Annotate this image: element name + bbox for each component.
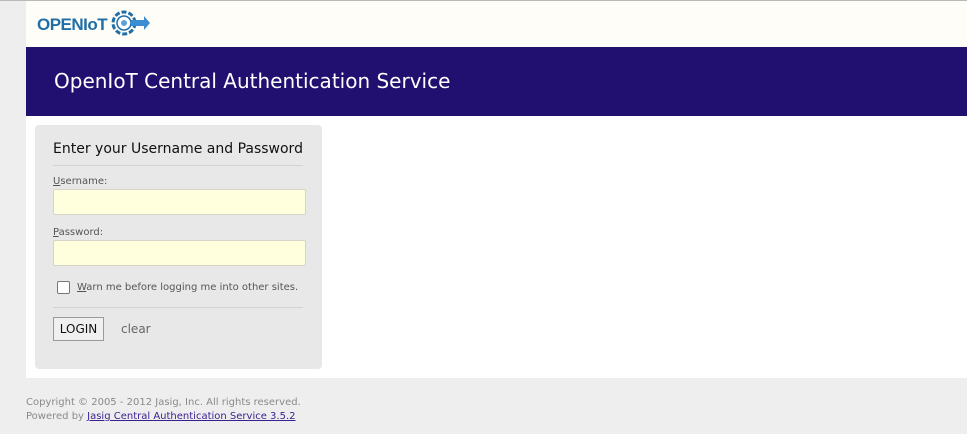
page-container: OPENIoT OpenIoT Central Authentication S… [26, 1, 967, 378]
login-button[interactable]: LOGIN [53, 317, 104, 341]
divider [53, 165, 303, 166]
login-box: Enter your Username and Password Usernam… [35, 125, 322, 369]
divider [53, 307, 303, 308]
banner-title: OpenIoT Central Authentication Service [54, 69, 451, 93]
clear-button[interactable]: clear [121, 322, 151, 336]
warn-row: Warn me before logging me into other sit… [57, 281, 298, 294]
username-label-text: sername: [60, 176, 108, 187]
password-input[interactable] [53, 240, 306, 266]
gear-arrow-icon [109, 8, 151, 42]
powered-by-prefix: Powered by [26, 411, 88, 422]
login-heading: Enter your Username and Password [53, 141, 303, 157]
footer: Copyright © 2005 - 2012 Jasig, Inc. All … [26, 396, 301, 424]
cas-version-link[interactable]: Jasig Central Authentication Service 3.5… [87, 411, 295, 422]
password-label: Password: [53, 227, 103, 238]
banner: OpenIoT Central Authentication Service [26, 47, 967, 116]
warn-checkbox[interactable] [57, 281, 70, 294]
warn-label-text: arn me before logging me into other site… [86, 282, 299, 293]
username-input[interactable] [53, 189, 306, 215]
copyright-text: Copyright © 2005 - 2012 Jasig, Inc. All … [26, 397, 301, 408]
logo-bar: OPENIoT [26, 1, 967, 47]
openiot-logo[interactable]: OPENIoT [37, 10, 151, 40]
username-label: Username: [53, 176, 107, 187]
warn-label-accesskey: W [77, 282, 87, 293]
warn-label[interactable]: Warn me before logging me into other sit… [77, 282, 298, 293]
password-label-text: assword: [58, 227, 104, 238]
powered-by-line: Powered by Jasig Central Authentication … [26, 410, 301, 424]
logo-text: OPENIoT [37, 15, 108, 34]
